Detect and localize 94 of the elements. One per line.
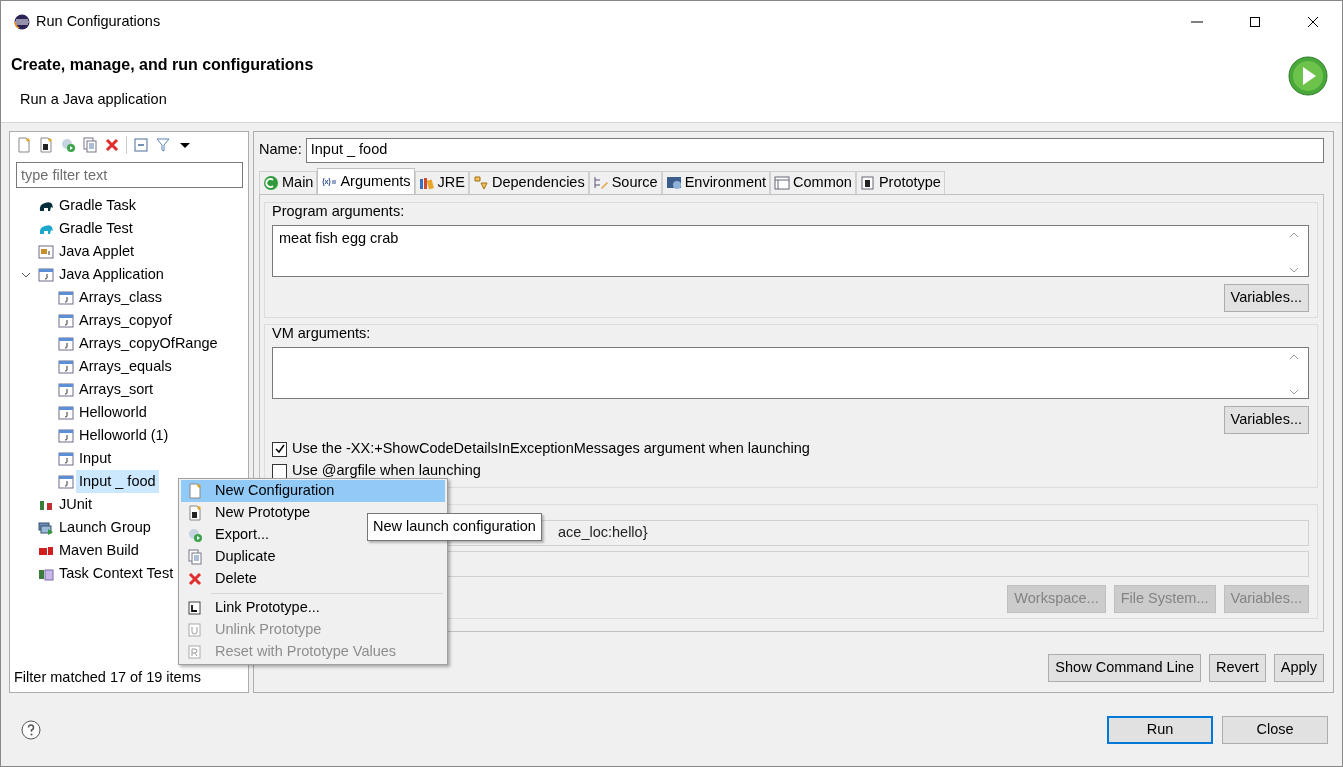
tree-item[interactable]: Gradle Test	[56, 216, 136, 241]
export-icon	[187, 527, 203, 543]
duplicate-icon	[187, 549, 203, 565]
java-file-icon	[58, 427, 74, 444]
books-icon	[418, 175, 435, 191]
tree-item[interactable]: Task Context Test	[56, 561, 177, 586]
tab[interactable]: Environment	[661, 171, 771, 194]
window-title: Run Configurations	[36, 12, 161, 32]
java-file-icon	[58, 381, 74, 398]
checkmark-icon	[273, 443, 286, 455]
source-icon	[592, 175, 609, 191]
java-file-icon	[58, 335, 74, 352]
group-label: VM arguments:	[272, 325, 372, 341]
new-prototype-icon[interactable]	[38, 137, 54, 153]
tab[interactable]: Prototype	[855, 171, 945, 194]
dialog-button[interactable]: Run	[1107, 715, 1213, 744]
launch-group-icon	[38, 519, 54, 536]
program-arguments-field[interactable]: meat fish egg crab	[272, 225, 1309, 277]
tree-item[interactable]: Arrays_sort	[76, 377, 157, 402]
dialog-button[interactable]: Close	[1222, 715, 1328, 744]
tree-item[interactable]: Gradle Task	[56, 193, 140, 218]
action-button[interactable]: Revert	[1209, 654, 1266, 682]
tree-item[interactable]: Java Applet	[56, 239, 137, 264]
java-file-icon	[58, 358, 74, 375]
table-icon	[774, 175, 791, 191]
app-logo-icon	[14, 14, 30, 30]
unlink-prototype-icon	[187, 622, 203, 638]
tree-item[interactable]: Arrays_copyOfRange	[76, 331, 221, 356]
java-file-icon	[58, 404, 74, 421]
option-label: Use @argfile when launching	[292, 461, 481, 481]
new-file-icon	[187, 483, 203, 499]
tree-item[interactable]: Arrays_class	[76, 285, 165, 310]
duplicate-icon[interactable]	[82, 137, 98, 153]
tab[interactable]: Dependencies	[468, 171, 589, 194]
tab[interactable]: Main	[259, 171, 318, 194]
option-label: Use the -XX:+ShowCodeDetailsInExceptionMessages argument when launching	[292, 439, 810, 459]
menu-item[interactable]: New Configuration	[181, 480, 445, 502]
filter-icon[interactable]	[155, 137, 171, 153]
applet-icon	[38, 243, 54, 260]
tab[interactable]: Arguments	[317, 168, 415, 194]
close-icon	[1307, 16, 1319, 28]
reset-prototype-icon	[187, 644, 203, 660]
java-file-icon	[58, 312, 74, 329]
tree-item[interactable]: Helloworld	[76, 400, 150, 425]
field-text: meat fish egg crab	[279, 229, 399, 248]
new-prototype-icon	[187, 505, 203, 521]
java-file-icon	[38, 266, 54, 283]
tree-item[interactable]: Input	[76, 446, 115, 471]
tree-item[interactable]: Helloworld (1)	[76, 423, 172, 448]
run-icon	[1287, 55, 1329, 97]
header-title: Create, manage, and run configurations	[11, 55, 314, 75]
delete-icon	[187, 571, 203, 587]
tree-item[interactable]: Java Application	[56, 262, 167, 287]
tree-item[interactable]: Arrays_copyof	[76, 308, 175, 333]
tree-item[interactable]: Maven Build	[56, 538, 142, 563]
checkbox[interactable]	[272, 441, 287, 457]
menu-item[interactable]: Duplicate	[181, 546, 445, 568]
action-button[interactable]: Show Command Line	[1048, 654, 1201, 682]
export-icon[interactable]	[60, 137, 76, 153]
help-icon[interactable]	[21, 719, 41, 740]
variables-button[interactable]: Variables...	[1223, 406, 1309, 434]
monitor-icon	[665, 175, 682, 191]
filter-status: Filter matched 17 of 19 items	[13, 668, 202, 688]
prototype-icon	[859, 175, 876, 191]
delete-icon[interactable]	[104, 137, 120, 153]
java-file-icon	[58, 289, 74, 306]
tooltip: New launch configuration	[367, 513, 542, 541]
name-field[interactable]: Input _ food	[305, 137, 1324, 163]
java-file-icon	[58, 473, 74, 490]
tree-item[interactable]: Launch Group	[56, 515, 154, 540]
name-label: Name:	[259, 140, 302, 160]
vm-arguments-field[interactable]	[272, 347, 1309, 399]
tab[interactable]: Source	[588, 171, 662, 194]
header-subtitle: Run a Java application	[20, 90, 168, 109]
menu-item[interactable]: Delete	[181, 568, 445, 590]
java-file-icon	[58, 450, 74, 467]
main-tab-icon	[263, 175, 279, 191]
tab[interactable]: Common	[770, 171, 856, 194]
link-prototype-icon	[187, 600, 203, 616]
tree-item[interactable]: Input _ food	[76, 469, 159, 494]
collapse-all-icon[interactable]	[133, 137, 149, 153]
checkbox[interactable]	[272, 463, 287, 479]
dependencies-icon	[472, 175, 489, 191]
tab[interactable]: JRE	[414, 171, 469, 194]
action-button[interactable]: Apply	[1273, 654, 1324, 682]
new-file-icon[interactable]	[16, 137, 32, 153]
tree-item[interactable]: Arrays_equals	[76, 354, 175, 379]
variables-button[interactable]: Variables...	[1223, 284, 1309, 312]
menu-item[interactable]: Link Prototype...	[181, 597, 445, 619]
tree-item[interactable]: JUnit	[56, 492, 96, 517]
group-label: Program arguments:	[272, 203, 406, 219]
minimize-icon	[1191, 21, 1203, 23]
filter-field[interactable]: type filter text	[16, 162, 243, 188]
maximize-icon	[1249, 16, 1261, 28]
